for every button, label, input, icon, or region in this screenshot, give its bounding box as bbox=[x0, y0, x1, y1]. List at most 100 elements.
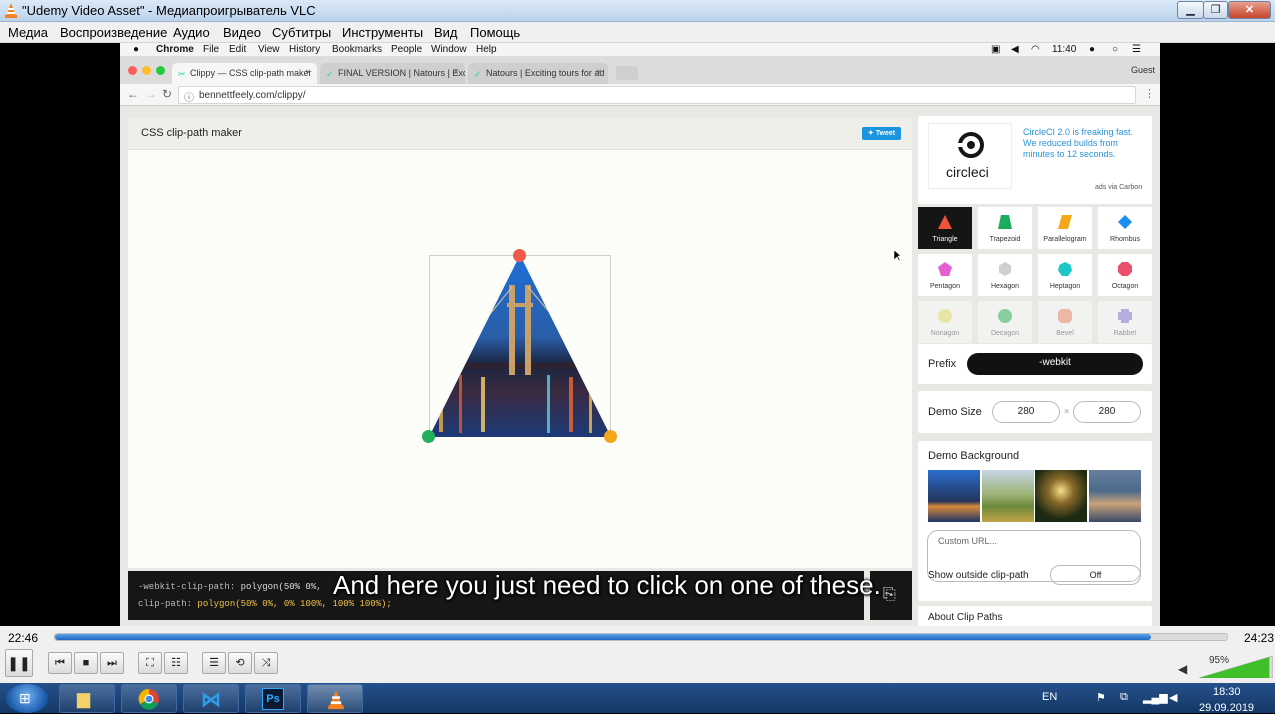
natours-favicon-icon: ✓ bbox=[474, 69, 482, 79]
shape-trapezoid[interactable]: Trapezoid bbox=[978, 207, 1032, 249]
extended-settings-button[interactable]: ☷ bbox=[164, 652, 188, 674]
back-icon[interactable]: ← bbox=[127, 87, 139, 101]
menu-subtitles[interactable]: Субтитры bbox=[272, 25, 331, 40]
volume-speaker-icon[interactable]: ◀ bbox=[1178, 662, 1187, 676]
forward-icon[interactable]: → bbox=[145, 87, 157, 101]
language-indicator[interactable]: EN bbox=[1042, 691, 1057, 703]
prefix-toggle[interactable]: -webkit bbox=[967, 353, 1143, 375]
new-tab-button[interactable] bbox=[616, 66, 638, 80]
demo-size-setting: Demo Size 280 × 280 bbox=[918, 391, 1152, 433]
flag-icon[interactable]: ⚑ bbox=[1096, 691, 1106, 704]
show-outside-toggle[interactable]: Off bbox=[1050, 565, 1141, 585]
chrome-menu-icon[interactable]: ⋮ bbox=[1144, 87, 1155, 100]
clip-handle-top[interactable] bbox=[513, 249, 526, 262]
vscode-icon: ⋈ bbox=[201, 689, 221, 711]
ads-via-carbon[interactable]: ads via Carbon bbox=[1095, 184, 1142, 191]
reload-icon[interactable]: ↻ bbox=[162, 87, 172, 101]
close-icon[interactable]: × bbox=[305, 67, 311, 78]
shape-parallelogram[interactable]: Parallelogram bbox=[1038, 207, 1092, 249]
octagon-icon bbox=[1118, 262, 1132, 276]
bg-thumb-fields[interactable] bbox=[982, 470, 1034, 522]
tab-final-version[interactable]: ✓ FINAL VERSION | Natours | Exc × bbox=[320, 63, 465, 84]
menu-media[interactable]: Медиа bbox=[8, 25, 48, 40]
panel-header: CSS clip-path maker ✦ Tweet bbox=[128, 118, 912, 150]
taskbar-photoshop[interactable]: Ps bbox=[245, 684, 301, 713]
close-icon[interactable]: × bbox=[596, 67, 602, 78]
maximize-button[interactable]: ❐ bbox=[1203, 1, 1228, 19]
volume-slider[interactable] bbox=[1199, 656, 1273, 678]
bg-thumb-sparkler[interactable] bbox=[1035, 470, 1087, 522]
loop-button[interactable]: ⟲ bbox=[228, 652, 252, 674]
window-title: "Udemy Video Asset" - Медиапроигрыватель… bbox=[22, 3, 316, 18]
taskbar-vlc[interactable] bbox=[307, 684, 363, 713]
shape-triangle[interactable]: Triangle bbox=[918, 207, 972, 249]
shape-decagon[interactable]: Decagon bbox=[978, 301, 1032, 343]
stop-button[interactable]: ■ bbox=[74, 652, 98, 674]
tab-clippy[interactable]: ✂ Clippy — CSS clip-path maker × bbox=[172, 63, 317, 84]
clip-handle-bottom-right[interactable] bbox=[604, 430, 617, 443]
network-status-icon[interactable]: ⧉ bbox=[1120, 691, 1128, 704]
demo-width-input[interactable]: 280 bbox=[992, 401, 1060, 423]
ad-copy[interactable]: CircleCI 2.0 is freaking fast. We reduce… bbox=[1023, 127, 1143, 160]
mac-menu-app: Chrome bbox=[156, 44, 194, 55]
rhombus-icon bbox=[1118, 215, 1132, 229]
circleci-icon bbox=[958, 132, 984, 158]
bg-thumb-sea[interactable] bbox=[1089, 470, 1141, 522]
tray-volume-icon[interactable]: ◀ bbox=[1169, 691, 1177, 704]
tray-date[interactable]: 29.09.2019 bbox=[1199, 702, 1254, 714]
menu-view[interactable]: Вид bbox=[434, 25, 458, 40]
menu-playback[interactable]: Воспроизведение bbox=[60, 25, 167, 40]
menu-video[interactable]: Видео bbox=[223, 25, 261, 40]
menu-help[interactable]: Помощь bbox=[470, 25, 520, 40]
taskbar-vscode[interactable]: ⋈ bbox=[183, 684, 239, 713]
shape-heptagon[interactable]: Heptagon bbox=[1038, 254, 1092, 296]
mac-clock: 11:40 bbox=[1052, 44, 1077, 55]
shape-bevel[interactable]: Bevel bbox=[1038, 301, 1092, 343]
vlc-title-bar: "Udemy Video Asset" - Медиапроигрыватель… bbox=[0, 0, 1275, 22]
mac-menu-window: Window bbox=[431, 44, 467, 55]
spotlight-icon: ○ bbox=[1112, 44, 1119, 55]
fullscreen-button[interactable]: ⛶ bbox=[138, 652, 162, 674]
shape-octagon[interactable]: Octagon bbox=[1098, 254, 1152, 296]
windows-logo-icon: ⊞ bbox=[19, 690, 31, 706]
pentagon-icon bbox=[938, 262, 952, 276]
chrome-tab-strip: ✂ Clippy — CSS clip-path maker × ✓ FINAL… bbox=[120, 57, 1160, 84]
shuffle-button[interactable]: ⤨ bbox=[254, 652, 278, 674]
close-button[interactable]: ✕ bbox=[1228, 1, 1271, 19]
menu-tools[interactable]: Инструменты bbox=[342, 25, 423, 40]
demo-height-input[interactable]: 280 bbox=[1073, 401, 1141, 423]
shape-hexagon[interactable]: Hexagon bbox=[978, 254, 1032, 296]
carbon-ad[interactable]: circleci CircleCI 2.0 is freaking fast. … bbox=[918, 116, 1152, 204]
copy-icon: ⎘ bbox=[883, 586, 896, 603]
speaker-icon: ◀ bbox=[1011, 44, 1019, 55]
clip-handle-bottom-left[interactable] bbox=[422, 430, 435, 443]
windows-taskbar: ⊞ ▆ ⋈ Ps EN ⚑ ⧉ ▂▄▆ ◀ 18:30 29.09.2019 bbox=[0, 683, 1275, 714]
taskbar-chrome[interactable] bbox=[121, 684, 177, 713]
minimize-button[interactable]: ▁ bbox=[1177, 1, 1204, 19]
seek-bar[interactable] bbox=[54, 633, 1228, 641]
traffic-close-icon bbox=[128, 66, 137, 75]
menu-audio[interactable]: Аудио bbox=[173, 25, 210, 40]
clipped-bridge-image[interactable] bbox=[429, 255, 611, 437]
shape-rabbet[interactable]: Rabbet bbox=[1098, 301, 1152, 343]
tray-clock[interactable]: 18:30 bbox=[1213, 686, 1241, 698]
tab-natours[interactable]: ✓ Natours | Exciting tours for ad × bbox=[468, 63, 608, 84]
about-clip-paths[interactable]: About Clip Paths bbox=[918, 606, 1152, 626]
signal-icon[interactable]: ▂▄▆ bbox=[1143, 691, 1168, 704]
bg-thumb-bridge[interactable] bbox=[928, 470, 980, 522]
start-button[interactable]: ⊞ bbox=[6, 684, 48, 713]
close-icon[interactable]: × bbox=[453, 67, 459, 78]
shape-pentagon[interactable]: Pentagon bbox=[918, 254, 972, 296]
shape-rhombus[interactable]: Rhombus bbox=[1098, 207, 1152, 249]
shape-nonagon[interactable]: Nonagon bbox=[918, 301, 972, 343]
next-button[interactable]: ⏭ bbox=[100, 652, 124, 674]
address-bar[interactable]: ⓘ bennettfeely.com/clippy/ bbox=[178, 86, 1136, 104]
pause-button[interactable]: ❚❚ bbox=[5, 649, 33, 677]
previous-button[interactable]: ⏮ bbox=[48, 652, 72, 674]
tweet-button[interactable]: ✦ Tweet bbox=[862, 127, 901, 140]
taskbar-explorer[interactable]: ▆ bbox=[59, 684, 115, 713]
fullscreen-icon: ⛶ bbox=[146, 657, 154, 669]
video-frame[interactable]: ● Chrome File Edit View History Bookmark… bbox=[120, 43, 1160, 626]
playlist-button[interactable]: ☰ bbox=[202, 652, 226, 674]
profile-label[interactable]: Guest bbox=[1131, 65, 1155, 75]
